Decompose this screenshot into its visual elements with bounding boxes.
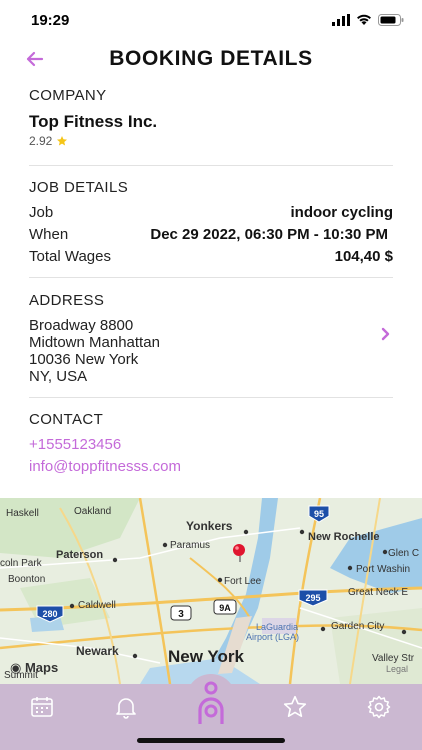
contact-section-label: CONTACT xyxy=(29,411,104,428)
map-label-great-neck: Great Neck E xyxy=(348,587,408,598)
job-section-label: JOB DETAILS xyxy=(29,179,129,196)
tab-calendar[interactable] xyxy=(29,694,55,720)
calendar-icon xyxy=(31,697,53,717)
map-label-laguardia-airport: Airport (LGA) xyxy=(246,632,299,642)
map-label-paramus: Paramus xyxy=(170,540,210,551)
map-label-haskell: Haskell xyxy=(6,508,39,519)
maps-logo-text: Maps xyxy=(24,660,59,675)
map-label-fort-lee: Fort Lee xyxy=(224,576,262,587)
shield-9a-label: 9A xyxy=(219,603,231,613)
map-label-paterson: Paterson xyxy=(56,549,103,561)
company-name: Top Fitness Inc. xyxy=(29,112,158,131)
page-title: BOOKING DETAILS xyxy=(109,47,313,70)
address-chevron-button[interactable] xyxy=(380,326,392,342)
status-time: 19:29 xyxy=(31,12,70,29)
map-label-port-washington: Port Washin xyxy=(356,564,410,575)
apple-icon: ◉ xyxy=(10,660,22,675)
wages-row: Total Wages 104,40 $ xyxy=(29,248,393,265)
map-label-caldwell: Caldwell xyxy=(78,600,116,611)
signal-icon xyxy=(332,14,350,26)
divider xyxy=(29,397,393,398)
star-outline-icon xyxy=(283,695,307,718)
job-value: indoor cycling xyxy=(290,204,393,221)
shield-9a: 9A xyxy=(213,599,237,615)
tab-favorites[interactable] xyxy=(282,694,308,720)
wifi-icon xyxy=(357,14,371,25)
shield-95-label: 95 xyxy=(314,509,324,519)
map-label-new-rochelle: New Rochelle xyxy=(308,531,380,543)
when-label: When xyxy=(29,226,69,243)
map-label-newark: Newark xyxy=(76,644,119,658)
map-label-laguardia: LaGuardia xyxy=(256,622,298,632)
shield-295-label: 295 xyxy=(305,593,320,603)
chevron-right-icon xyxy=(381,327,390,341)
tab-home[interactable] xyxy=(195,680,227,728)
address-line: 10036 New York xyxy=(29,351,139,368)
shield-3-label: 3 xyxy=(178,609,184,620)
home-indicator xyxy=(137,738,285,743)
battery-icon xyxy=(378,14,404,26)
wages-value: 104,40 $ xyxy=(334,248,393,265)
map-label-lincoln-park: coln Park xyxy=(0,558,43,569)
map-label-valley-stream: Valley Str xyxy=(372,653,415,664)
status-bar: 19:29 xyxy=(0,0,422,44)
job-row: Job indoor cycling xyxy=(29,204,393,221)
map-label-boonton: Boonton xyxy=(8,574,45,585)
map-label-oakland: Oakland xyxy=(74,506,111,517)
wages-label: Total Wages xyxy=(29,248,111,265)
tab-notifications[interactable] xyxy=(113,694,139,720)
maps-logo: ◉ Maps xyxy=(10,660,58,676)
logo-icon xyxy=(198,681,224,724)
address-block[interactable]: Broadway 8800 Midtown Manhattan 10036 Ne… xyxy=(29,317,160,385)
map-label-new-york: New York xyxy=(168,647,244,666)
company-section-label: COMPANY xyxy=(29,87,107,104)
map-label-garden-city: Garden City xyxy=(331,621,384,632)
rating-value: 2.92 xyxy=(29,134,53,148)
shield-280-label: 280 xyxy=(42,609,57,619)
gear-icon xyxy=(367,695,391,719)
email-link[interactable]: info@toppfitnesss.com xyxy=(29,458,181,475)
map-view[interactable]: 95 295 280 3 9A Haskell Oakland Yonkers … xyxy=(0,498,422,684)
star-icon xyxy=(57,136,68,146)
address-line: NY, USA xyxy=(29,368,88,385)
phone-link[interactable]: +1555123456 xyxy=(29,436,121,453)
job-label: Job xyxy=(29,204,54,221)
map-label-yonkers: Yonkers xyxy=(186,519,233,533)
when-row: When Dec 29 2022, 06:30 PM - 10:30 PM xyxy=(29,226,393,243)
address-line: Broadway 8800 xyxy=(29,317,134,334)
company-rating: 2.92 xyxy=(29,134,68,148)
address-line: Midtown Manhattan xyxy=(29,334,160,351)
status-icons xyxy=(332,14,404,26)
divider xyxy=(29,277,393,278)
tab-settings[interactable] xyxy=(366,694,392,720)
address-section-label: ADDRESS xyxy=(29,292,105,309)
map-canvas: 95 295 280 3 9A Haskell Oakland Yonkers … xyxy=(0,498,422,684)
divider xyxy=(29,165,393,166)
when-value: Dec 29 2022, 06:30 PM - 10:30 PM xyxy=(150,226,388,243)
header: BOOKING DETAILS xyxy=(0,44,422,74)
shield-3: 3 xyxy=(170,605,192,621)
map-legal-link[interactable]: Legal xyxy=(386,664,408,674)
bell-icon xyxy=(116,698,136,719)
map-label-glen-cove: Glen C xyxy=(388,548,419,559)
